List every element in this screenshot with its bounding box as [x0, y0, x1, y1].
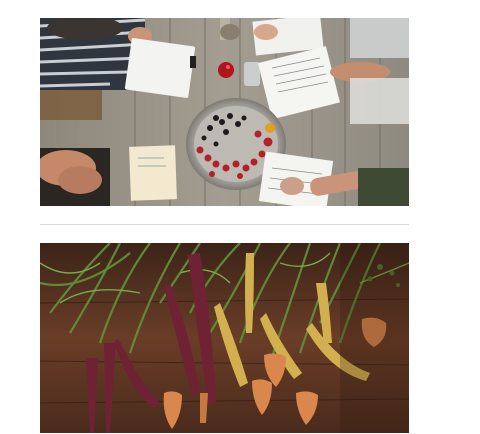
carrot-photo-image: [40, 243, 409, 433]
table-photo[interactable]: [40, 18, 409, 206]
section-divider: [40, 224, 409, 225]
gallery-page: [0, 0, 480, 434]
table-photo-image: [40, 18, 409, 206]
carrot-photo[interactable]: [40, 243, 409, 433]
